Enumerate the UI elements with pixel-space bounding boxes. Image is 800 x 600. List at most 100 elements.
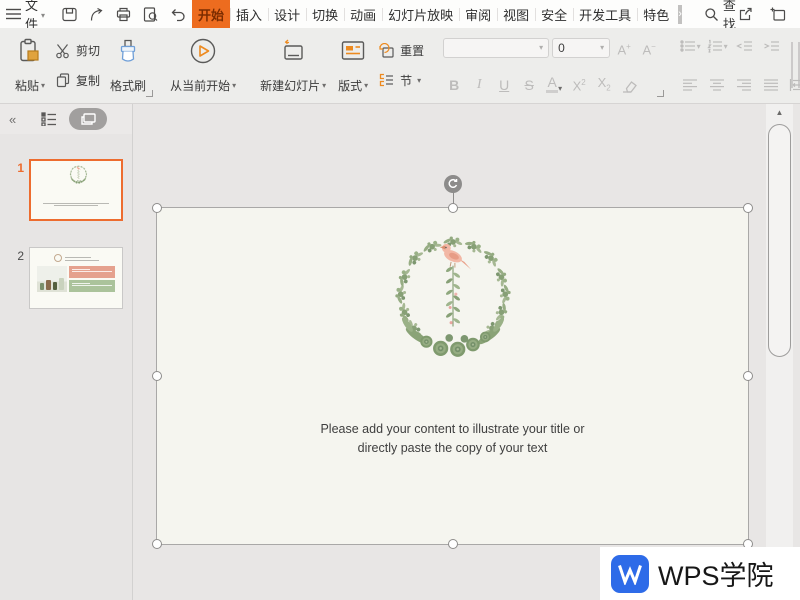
- bullets-chevron-down-icon: ▾: [697, 42, 701, 51]
- bold-button[interactable]: B: [443, 72, 465, 95]
- search-icon: [704, 7, 719, 22]
- decrease-font-size-button[interactable]: A−: [638, 36, 660, 59]
- tab-home[interactable]: 开始: [192, 0, 230, 28]
- tab-view[interactable]: 视图: [497, 0, 535, 28]
- clear-format-button[interactable]: [618, 72, 640, 95]
- increase-indent-icon: [763, 39, 780, 53]
- increase-indent-button[interactable]: [759, 36, 783, 56]
- play-icon: [189, 36, 217, 66]
- eraser-icon: [621, 79, 638, 93]
- share-icon: [737, 6, 754, 23]
- resize-handle-middle-left[interactable]: [152, 371, 162, 381]
- scrollbar-thumb[interactable]: [768, 124, 791, 357]
- slideshow-group: 从当前开始▾: [161, 31, 245, 100]
- outline-view-button[interactable]: [41, 112, 57, 126]
- align-center-button[interactable]: [705, 75, 729, 95]
- resize-handle-top-left[interactable]: [152, 203, 162, 213]
- layout-label: 版式: [338, 77, 362, 94]
- text-direction-button[interactable]: [788, 36, 800, 94]
- share-button[interactable]: [736, 4, 756, 24]
- resize-handle-top-center[interactable]: [448, 203, 458, 213]
- layout-button[interactable]: 版式▾: [333, 32, 373, 99]
- decrease-indent-icon: [736, 39, 753, 53]
- paste-chevron-down-icon: ▾: [41, 81, 45, 90]
- export-button[interactable]: [86, 4, 106, 24]
- thumbnail-wreath-graphic: [31, 162, 123, 200]
- slide-body-text[interactable]: Please add your content to illustrate yo…: [157, 420, 748, 459]
- tab-animations[interactable]: 动画: [344, 0, 382, 28]
- reset-button[interactable]: 重置: [375, 40, 427, 61]
- increase-font-size-button[interactable]: A+: [613, 36, 635, 59]
- tab-transitions[interactable]: 切换: [306, 0, 344, 28]
- tab-slideshow[interactable]: 幻灯片放映: [382, 0, 459, 28]
- tab-insert[interactable]: 插入: [230, 0, 268, 28]
- print-icon: [115, 6, 132, 23]
- vertical-scrollbar: ▲: [763, 104, 800, 600]
- undo-icon: [169, 6, 186, 23]
- clipboard-group: 粘贴▾ 剪切 复制 格式刷: [6, 31, 155, 100]
- font-family-select[interactable]: ▾: [443, 38, 549, 58]
- tab-security[interactable]: 安全: [535, 0, 573, 28]
- underline-button[interactable]: U: [493, 72, 515, 95]
- slide-2-thumbnail[interactable]: [29, 247, 123, 309]
- tab-features[interactable]: 特色: [637, 0, 675, 28]
- rotation-handle[interactable]: [444, 175, 462, 193]
- tab-design[interactable]: 设计: [268, 0, 306, 28]
- align-right-button[interactable]: [732, 75, 756, 95]
- numbering-button[interactable]: ▾: [705, 36, 729, 56]
- tab-developer[interactable]: 开发工具: [573, 0, 637, 28]
- font-color-button[interactable]: A ▾: [543, 72, 565, 95]
- undo-button[interactable]: [167, 4, 187, 24]
- hamburger-icon: [6, 8, 21, 20]
- more-tabs-button[interactable]: ›: [678, 5, 682, 24]
- font-size-select[interactable]: 0 ▾: [552, 38, 610, 58]
- collapse-panel-button[interactable]: «: [9, 112, 15, 127]
- new-slide-button[interactable]: 新建幻灯片▾: [255, 32, 331, 99]
- numbering-icon: [707, 39, 723, 53]
- justify-button[interactable]: [759, 75, 783, 95]
- resize-handle-top-right[interactable]: [743, 203, 753, 213]
- clipboard-dialog-launcher[interactable]: [146, 90, 153, 97]
- slide-1-thumbnail[interactable]: [29, 159, 123, 221]
- font-dialog-launcher[interactable]: [657, 90, 664, 97]
- print-preview-button[interactable]: [140, 4, 160, 24]
- decrease-indent-button[interactable]: [732, 36, 756, 56]
- file-menu-chevron-down-icon[interactable]: ▾: [41, 11, 45, 20]
- strikethrough-button[interactable]: S: [518, 72, 540, 95]
- slides-view-button[interactable]: [69, 108, 107, 130]
- new-window-button[interactable]: [769, 4, 789, 24]
- italic-button[interactable]: I: [468, 72, 490, 95]
- print-button[interactable]: [113, 4, 133, 24]
- superscript-button[interactable]: X2: [568, 72, 590, 95]
- resize-handle-bottom-left[interactable]: [152, 539, 162, 549]
- thumbnail-text-line: [54, 205, 98, 206]
- align-left-button[interactable]: [678, 75, 702, 95]
- paragraph-group: ▾ ▾: [672, 31, 800, 100]
- main-menu-button[interactable]: [6, 4, 21, 24]
- titlebar-right-controls: ? ⋮: [736, 4, 800, 24]
- slide-editor[interactable]: Please add your content to illustrate yo…: [133, 104, 763, 600]
- format-painter-button[interactable]: 格式刷: [105, 32, 151, 99]
- copy-button[interactable]: 复制: [52, 70, 103, 91]
- resize-handle-bottom-center[interactable]: [448, 539, 458, 549]
- paste-label: 粘贴: [15, 77, 39, 94]
- quick-access-toolbar: [59, 4, 187, 24]
- tab-review[interactable]: 审阅: [459, 0, 497, 28]
- layout-icon: [339, 36, 367, 66]
- paste-button[interactable]: 粘贴▾: [10, 32, 50, 99]
- start-from-current-button[interactable]: 从当前开始▾: [165, 32, 241, 99]
- wreath-bird-graphic[interactable]: [157, 220, 748, 376]
- resize-handle-middle-right[interactable]: [743, 371, 753, 381]
- section-button[interactable]: 节 ▾: [375, 70, 427, 91]
- underline-icon: U: [499, 77, 509, 93]
- font-size-chevron-down-icon: ▾: [600, 43, 604, 52]
- slide-canvas[interactable]: Please add your content to illustrate yo…: [156, 207, 749, 545]
- save-button[interactable]: [59, 4, 79, 24]
- bullets-button[interactable]: ▾: [678, 36, 702, 56]
- layout-chevron-down-icon: ▾: [364, 81, 368, 90]
- slide-panel: « 1 2: [0, 104, 133, 600]
- subscript-button[interactable]: X2: [593, 72, 615, 95]
- scroll-up-button[interactable]: ▲: [766, 109, 793, 117]
- cut-button[interactable]: 剪切: [52, 40, 103, 61]
- thumbnail-text-bands: [69, 266, 115, 294]
